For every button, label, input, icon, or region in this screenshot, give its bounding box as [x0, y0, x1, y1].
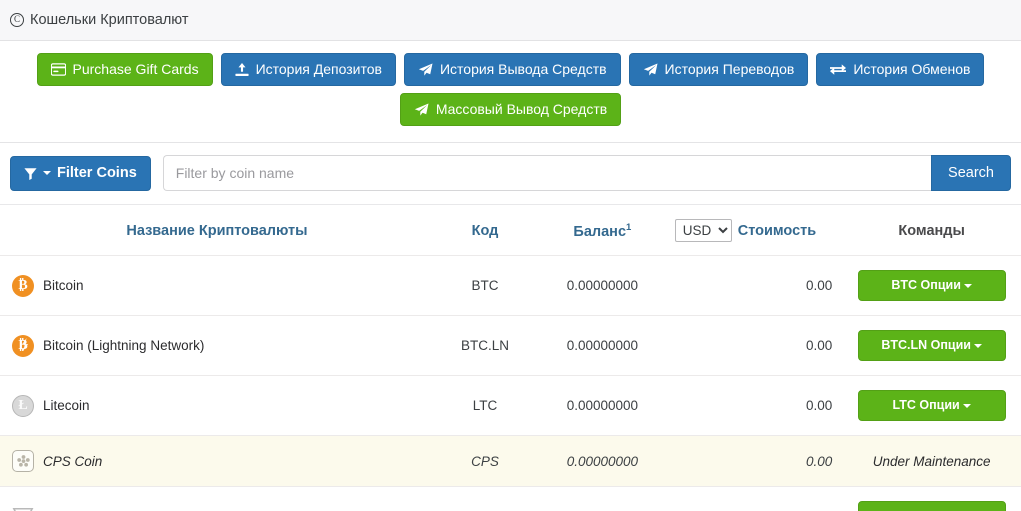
paper-plane-icon: [643, 63, 658, 77]
column-header-value: USD Стоимость: [669, 205, 843, 256]
chevron-down-icon: [962, 404, 971, 408]
page-title: Кошельки Криптовалют: [10, 11, 189, 28]
upload-icon: [235, 62, 249, 77]
coin-options-button[interactable]: LTC Опции: [857, 390, 1006, 421]
coin-name-cell: ₿ Bitcoin (Lightning Network): [0, 315, 434, 376]
under-maintenance-text: Under Maintenance: [872, 453, 991, 469]
exchange-arrows-icon: [830, 63, 847, 76]
coin-name-cell: ₿ Bitcoin: [0, 255, 434, 316]
cps-coin-logo: [12, 450, 34, 472]
wallet-table: Название Криптовалюты Код Баланс1 USD Ст…: [0, 205, 1021, 511]
coin-code-cell: VLX: [433, 486, 537, 511]
filter-coins-button[interactable]: Filter Coins: [10, 155, 151, 191]
coin-commands-cell: Under Maintenance: [842, 435, 1021, 487]
coin-balance-cell: 0.00000000: [536, 255, 669, 316]
coin-value-cell: 0.00: [668, 255, 843, 316]
coin-value-cell: 0.00: [668, 486, 843, 511]
coin-options-button[interactable]: BTC.LN Опции: [857, 330, 1006, 361]
coin-options-label: BTC Опции: [891, 278, 961, 292]
page-title-text: Кошельки Криптовалют: [30, 12, 189, 28]
withdrawal-history-button[interactable]: История Вывода Средств: [403, 53, 621, 86]
coin-code-cell: CPS: [433, 435, 537, 487]
page-header: Кошельки Криптовалют: [0, 0, 1021, 41]
coin-commands-cell: BTC.LN Опции: [842, 315, 1021, 376]
action-buttons-row-2: Массовый Вывод Средств: [0, 93, 1021, 126]
chevron-down-icon: [973, 344, 982, 348]
coin-options-button[interactable]: VLX Опции: [857, 501, 1006, 511]
copyright-circle-icon: [10, 11, 24, 27]
wallet-table-body: ₿ Bitcoin BTC 0.00000000 0.00 BTC Опции ₿ Bitco…: [0, 255, 1021, 511]
coin-balance-cell: 0.00000000: [536, 375, 669, 436]
currency-select[interactable]: USD: [674, 219, 732, 242]
coin-name-cell: CPS Coin: [0, 435, 434, 487]
table-row: CPS Coin CPS 0.00000000 0.00 Under Maintenan…: [0, 435, 1021, 487]
coin-value-cell: 0.00: [668, 315, 843, 376]
coin-name-cell: Ł Litecoin: [0, 375, 434, 436]
funnel-icon: [24, 167, 37, 180]
paper-plane-icon: [418, 63, 433, 77]
coin-name-label: CPS Coin: [43, 453, 103, 469]
table-header-row: Название Криптовалюты Код Баланс1 USD Ст…: [0, 205, 1021, 256]
coin-value-cell: 0.00: [668, 375, 843, 436]
coin-code-cell: LTC: [433, 375, 537, 436]
coin-code-cell: BTC.LN: [433, 315, 537, 376]
litecoin-logo: Ł: [12, 394, 34, 417]
search-button[interactable]: Search: [931, 155, 1011, 191]
transfer-history-button[interactable]: История Переводов: [628, 53, 809, 86]
chevron-down-icon: [963, 284, 972, 288]
column-header-balance-label: Баланс: [573, 223, 627, 240]
paper-plane-icon: [414, 103, 429, 117]
coin-options-label: BTC.LN Опции: [881, 338, 971, 352]
coin-code-cell: BTC: [433, 255, 537, 316]
bitcoin-lightning-logo: ₿: [12, 334, 34, 357]
deposit-history-button[interactable]: История Депозитов: [220, 53, 396, 86]
credit-card-icon: [50, 63, 66, 76]
action-buttons-row-1: Purchase Gift Cards История Депозитов Исто…: [0, 53, 1021, 86]
purchase-gift-cards-button-label: Purchase Gift Cards: [72, 61, 199, 77]
deposit-history-button-label: История Депозитов: [255, 61, 382, 77]
table-row: ₿ Bitcoin BTC 0.00000000 0.00 BTC Опции: [0, 255, 1021, 316]
withdrawal-history-button-label: История Вывода Средств: [439, 61, 607, 77]
coin-options-button[interactable]: BTC Опции: [857, 270, 1006, 301]
bitcoin-logo: ₿: [12, 274, 34, 297]
coin-value-cell: 0.00: [668, 435, 843, 487]
coin-commands-cell: BTC Опции: [842, 255, 1021, 316]
table-row: ₿ Bitcoin (Lightning Network) BTC.LN 0.0000…: [0, 315, 1021, 376]
coin-balance-cell: 0.00000000: [536, 315, 669, 376]
coin-name-cell: Velas: [0, 486, 434, 511]
column-header-balance[interactable]: Баланс1: [536, 205, 669, 256]
table-row: VelasVLX0.000000000.00 VLX Опции: [0, 486, 1021, 511]
chevron-down-icon: [43, 171, 51, 175]
column-header-name[interactable]: Название Криптовалюты: [0, 205, 434, 256]
coin-balance-cell: 0.00000000: [536, 486, 669, 511]
coin-name-label: Litecoin: [43, 398, 90, 413]
filter-bar: Filter Coins Search: [0, 143, 1021, 205]
coin-name-label: Bitcoin: [43, 278, 84, 293]
coin-name-label: Bitcoin (Lightning Network): [43, 338, 205, 353]
column-header-code[interactable]: Код: [434, 205, 536, 256]
column-header-commands: Команды: [898, 222, 965, 239]
search-input[interactable]: [162, 155, 932, 191]
table-row: Ł Litecoin LTC 0.00000000 0.00 LTC Опции: [0, 375, 1021, 436]
wallet-table-head: Название Криптовалюты Код Баланс1 USD Ст…: [0, 205, 1021, 256]
velas-logo: [12, 506, 34, 511]
coin-commands-cell: VLX Опции: [842, 486, 1021, 511]
filter-coins-label: Filter Coins: [57, 164, 137, 181]
coin-commands-cell: LTC Опции: [842, 375, 1021, 436]
column-header-value-label[interactable]: Стоимость: [738, 223, 816, 239]
mass-withdrawal-button[interactable]: Массовый Вывод Средств: [399, 93, 622, 126]
transfer-history-button-label: История Переводов: [664, 61, 795, 77]
mass-withdrawal-button-label: Массовый Вывод Средств: [435, 101, 608, 117]
action-buttons-panel: Purchase Gift Cards История Депозитов Исто…: [0, 41, 1021, 143]
coin-balance-cell: 0.00000000: [536, 435, 669, 487]
balance-footnote: 1: [626, 221, 632, 233]
purchase-gift-cards-button[interactable]: Purchase Gift Cards: [36, 53, 213, 86]
coin-options-label: LTC Опции: [892, 398, 960, 412]
search-group: Search: [162, 155, 1011, 191]
exchange-history-button[interactable]: История Обменов: [816, 53, 985, 86]
exchange-history-button-label: История Обменов: [853, 61, 971, 77]
